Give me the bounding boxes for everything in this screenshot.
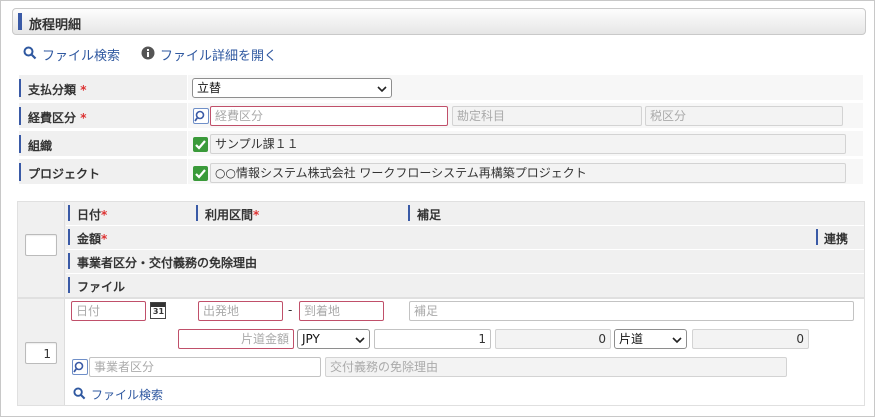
search-picker-icon[interactable] bbox=[193, 108, 209, 124]
converted-amount: 0 bbox=[495, 329, 611, 349]
oneway-amount-input[interactable]: 片道金額 bbox=[178, 329, 294, 349]
calendar-day: 31 bbox=[152, 307, 165, 316]
arrival-input[interactable]: 到着地 bbox=[299, 301, 384, 321]
organization-value-cell: サンプル課１１ bbox=[188, 131, 863, 157]
project-label: プロジェクト bbox=[28, 167, 101, 181]
expense-category-label-cell: 経費区分 * bbox=[19, 103, 187, 129]
header-accent bbox=[68, 229, 70, 245]
link-header: 連携 bbox=[824, 232, 849, 246]
row-number-cell: 1 bbox=[18, 299, 65, 405]
date-header: 日付* bbox=[77, 208, 108, 222]
file-header: ファイル bbox=[77, 280, 126, 294]
trip-type-select[interactable]: 片道 bbox=[614, 329, 687, 349]
organization-label: 組織 bbox=[28, 139, 53, 153]
header-accent bbox=[196, 205, 198, 221]
section-title-bar: 旅程明細 bbox=[12, 8, 866, 35]
search-icon bbox=[73, 387, 86, 400]
calendar-icon[interactable]: 31 bbox=[150, 302, 166, 319]
label-accent bbox=[19, 163, 21, 181]
header-accent bbox=[408, 205, 410, 221]
organization-label-cell: 組織 bbox=[19, 131, 187, 157]
project-input: ○○情報システム株式会社 ワークフローシステム再構築プロジェクト bbox=[210, 163, 846, 183]
divider bbox=[66, 249, 864, 250]
payment-type-label: 支払分類 * bbox=[28, 83, 87, 97]
rate-input[interactable]: 1 bbox=[374, 329, 491, 349]
chevron-down-icon bbox=[377, 83, 387, 97]
divider bbox=[66, 273, 864, 274]
label-accent bbox=[19, 79, 21, 97]
page-frame: 旅程明細 ファイル検索 ファイル詳細を開く 支払分類 * 立替 経費区分 * 経… bbox=[0, 0, 875, 417]
row-checkbox[interactable]: 1 bbox=[25, 342, 57, 364]
project-label-cell: プロジェクト bbox=[19, 159, 187, 185]
organization-input: サンプル課１１ bbox=[210, 134, 846, 154]
departure-input[interactable]: 出発地 bbox=[198, 301, 283, 321]
search-icon bbox=[23, 46, 37, 60]
label-accent bbox=[19, 107, 21, 125]
expense-category-value-cell: 経費区分 勘定科目 税区分 bbox=[188, 103, 863, 129]
title-accent bbox=[18, 13, 22, 30]
header-accent bbox=[68, 277, 70, 293]
chevron-down-icon bbox=[672, 334, 682, 348]
row-file-search-label: ファイル検索 bbox=[91, 388, 164, 402]
label-accent bbox=[19, 135, 21, 153]
tax-category-input: 税区分 bbox=[645, 106, 843, 126]
payment-type-select[interactable]: 立替 bbox=[192, 78, 392, 98]
checkbox-icon[interactable] bbox=[193, 137, 208, 152]
exemption-reason-input: 交付義務の免除理由 bbox=[325, 357, 787, 377]
route-dash: - bbox=[288, 303, 293, 317]
divider bbox=[66, 225, 864, 226]
expense-category-label: 経費区分 * bbox=[28, 111, 87, 125]
amount-header: 金額* bbox=[77, 232, 108, 246]
checkbox-icon[interactable] bbox=[193, 166, 208, 181]
search-picker-icon[interactable] bbox=[72, 359, 88, 375]
section-title: 旅程明細 bbox=[29, 18, 82, 33]
expense-category-input[interactable]: 経費区分 bbox=[210, 106, 448, 126]
file-search-label: ファイル検索 bbox=[42, 49, 121, 64]
payment-type-value-cell: 立替 bbox=[188, 75, 863, 101]
chevron-down-icon bbox=[355, 334, 365, 348]
route-header: 利用区間* bbox=[205, 208, 260, 222]
header-accent bbox=[816, 229, 818, 245]
file-details-label: ファイル詳細を開く bbox=[160, 49, 278, 64]
select-all-checkbox[interactable] bbox=[25, 234, 57, 256]
currency-select[interactable]: JPY bbox=[297, 329, 370, 349]
note-header: 補足 bbox=[417, 208, 442, 222]
total-amount: 0 bbox=[692, 329, 809, 349]
row-select-header bbox=[18, 202, 65, 297]
exemption-header: 事業者区分・交付義務の免除理由 bbox=[77, 256, 258, 270]
business-type-input[interactable]: 事業者区分 bbox=[89, 357, 321, 377]
header-accent bbox=[68, 205, 70, 221]
date-input[interactable]: 日付 bbox=[71, 301, 146, 321]
account-item-input: 勘定科目 bbox=[452, 106, 642, 126]
payment-type-label-cell: 支払分類 * bbox=[19, 75, 187, 101]
info-icon bbox=[141, 46, 155, 60]
project-value-cell: ○○情報システム株式会社 ワークフローシステム再構築プロジェクト bbox=[188, 159, 863, 185]
header-accent bbox=[68, 253, 70, 269]
note-input[interactable]: 補足 bbox=[409, 301, 854, 321]
